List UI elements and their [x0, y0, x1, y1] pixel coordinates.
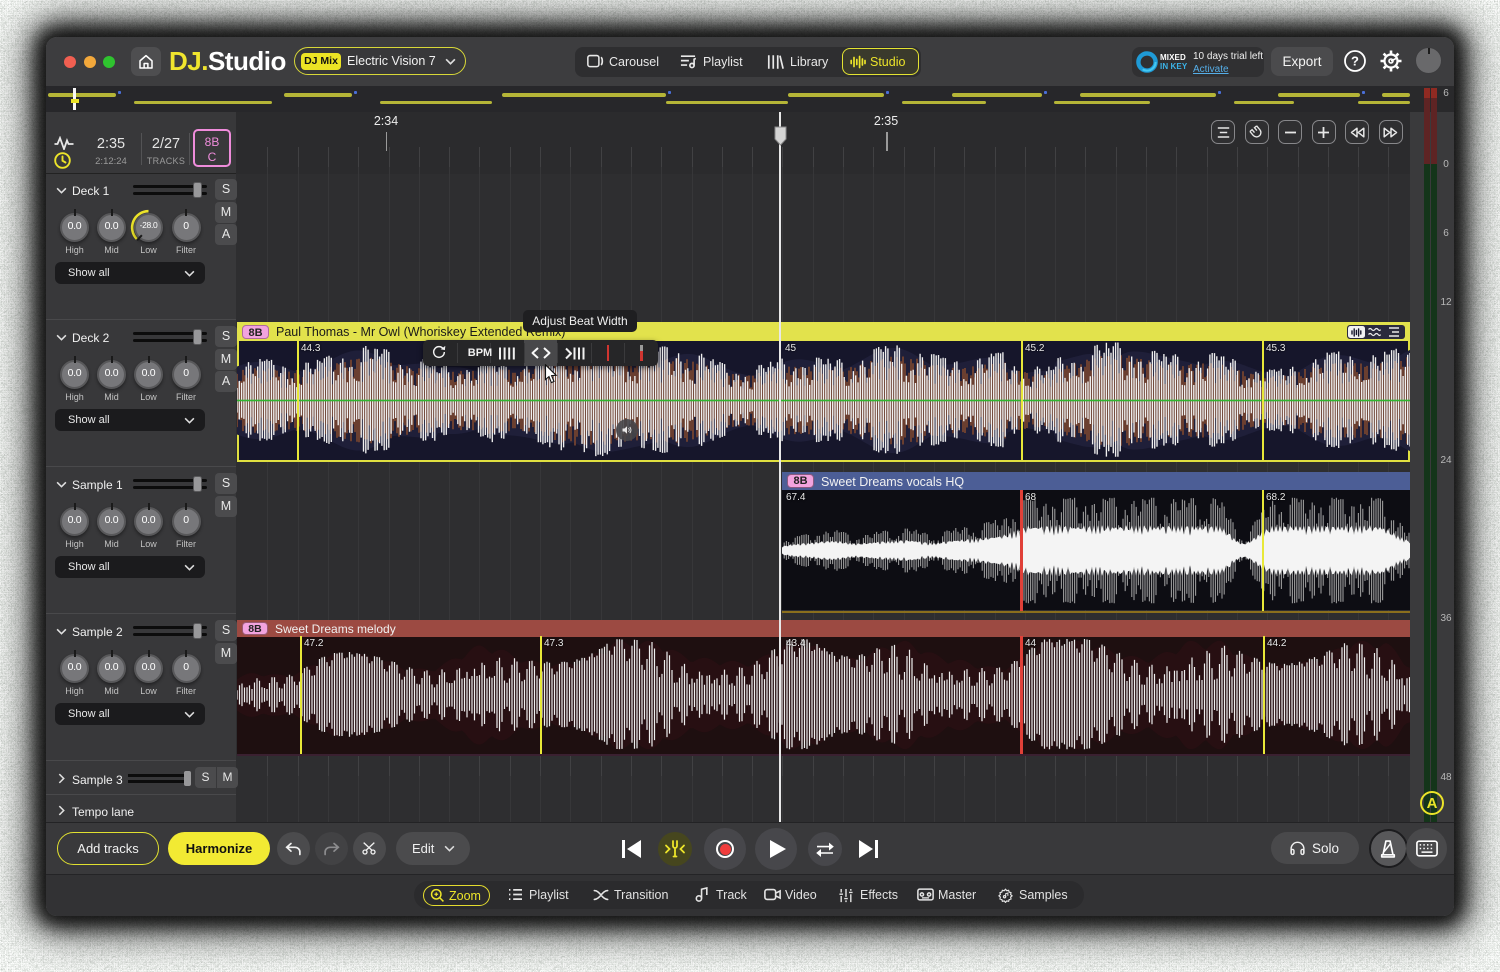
svg-text:?: ? — [1351, 54, 1359, 69]
